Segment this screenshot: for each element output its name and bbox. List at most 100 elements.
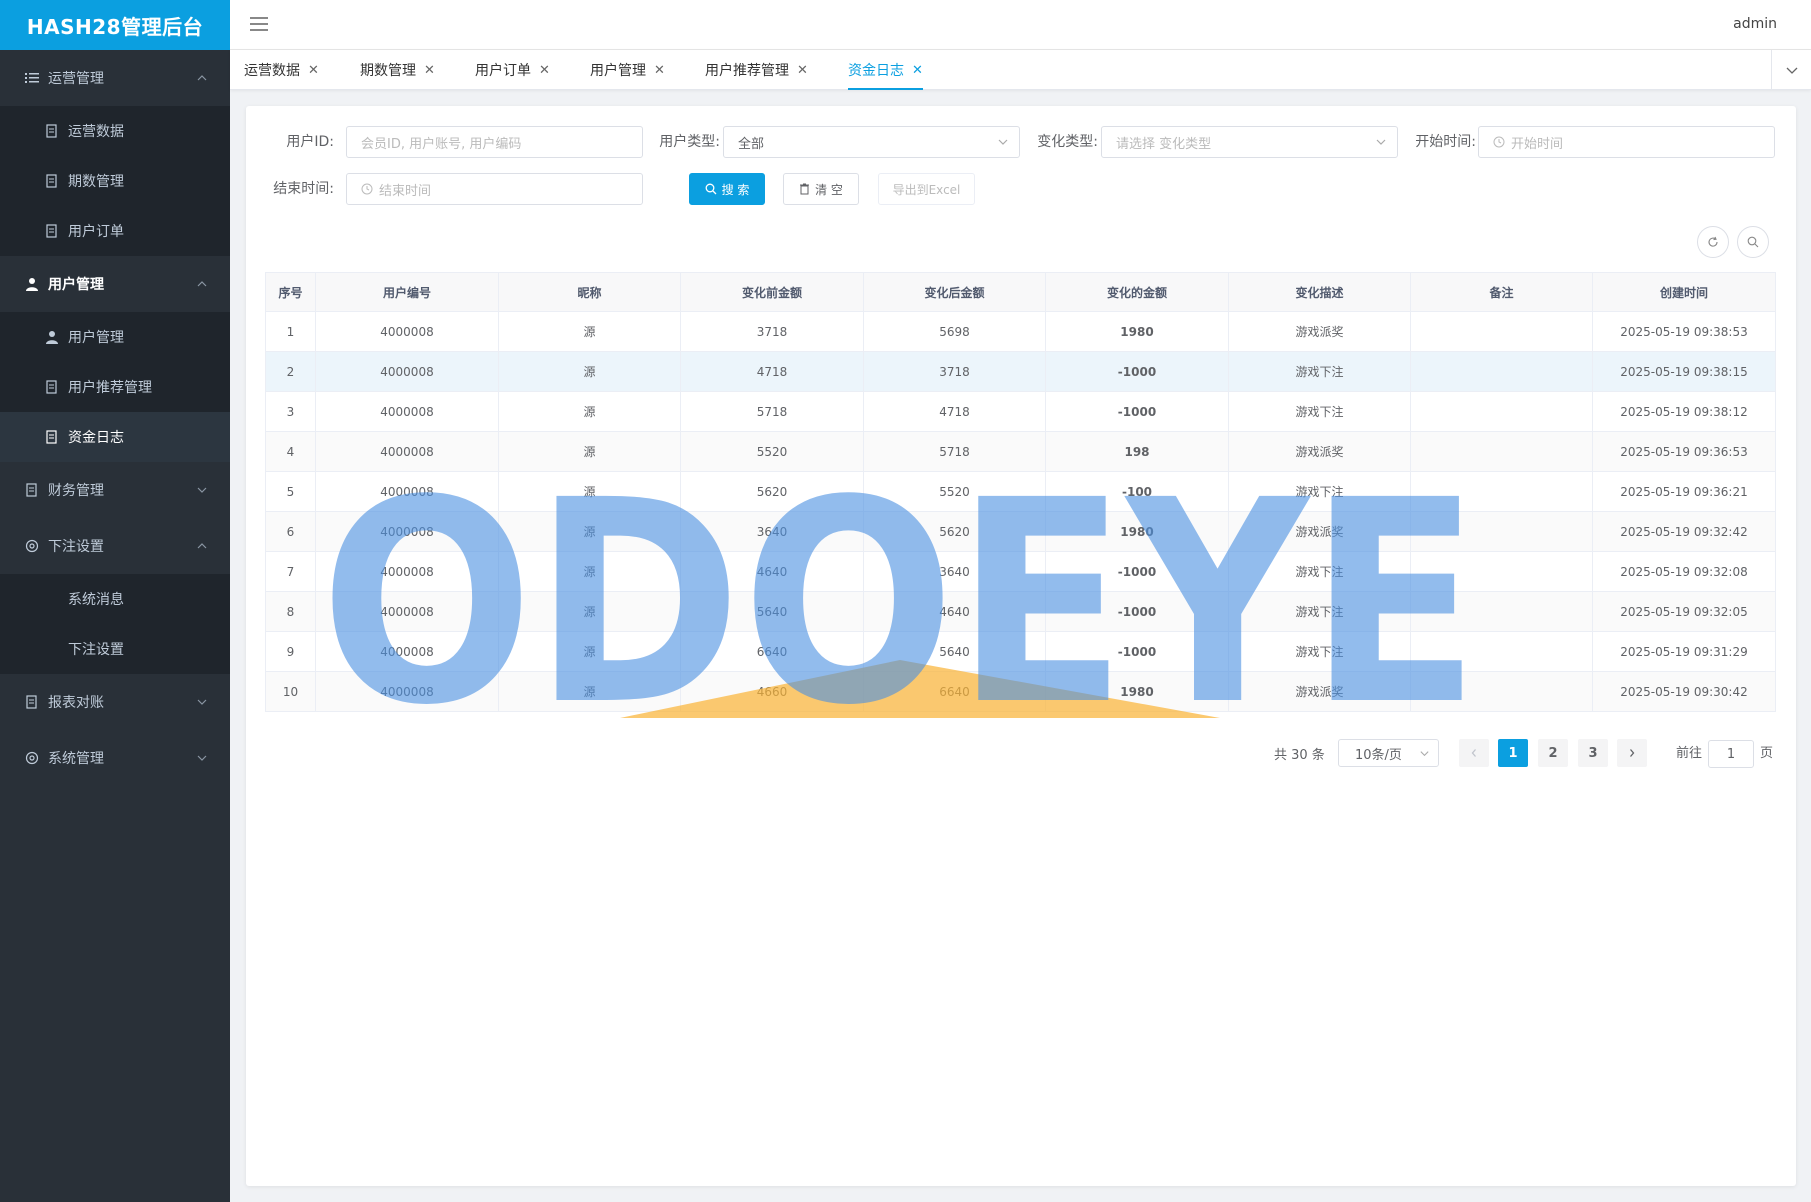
sidebar-item-ops-data[interactable]: 运营数据 (0, 106, 230, 156)
user-menu[interactable]: admin (1733, 16, 1777, 32)
tab-ops-data[interactable]: 运营数据 ✕ (244, 50, 319, 90)
tab-label: 用户推荐管理 (705, 63, 789, 79)
cell-desc: 游戏派奖 (1228, 311, 1411, 352)
export-excel-button[interactable]: 导出到Excel (878, 173, 975, 205)
close-icon[interactable]: ✕ (424, 63, 435, 78)
cell-note (1410, 311, 1593, 352)
page-button-1[interactable]: 1 (1498, 739, 1528, 767)
cell-before: 4640 (680, 551, 864, 592)
table-row[interactable]: 8 4000008 源 5640 4640 -1000 游戏下注 2025-05-19 09:… (265, 591, 1776, 632)
table-row[interactable]: 10 4000008 源 4660 6640 1980 游戏派奖 2025-05-19 09:… (265, 671, 1776, 712)
chevron-left-icon (1471, 749, 1476, 757)
chevron-up-icon (197, 281, 207, 287)
prev-page-button[interactable] (1459, 739, 1489, 767)
table-row[interactable]: 7 4000008 源 4640 3640 -1000 游戏下注 2025-05-19 09:… (265, 551, 1776, 592)
cell-time: 2025-05-19 09:38:15 (1592, 351, 1776, 392)
cell-after: 3718 (863, 351, 1046, 392)
cell-change: -100 (1045, 471, 1229, 512)
sidebar-item-fund-log[interactable]: 资金日志 (0, 412, 230, 462)
cell-note (1410, 511, 1593, 552)
chevron-up-icon (197, 75, 207, 81)
cell-user-no: 4000008 (315, 431, 499, 472)
cell-time: 2025-05-19 09:31:29 (1592, 631, 1776, 672)
cell-before: 4660 (680, 671, 864, 712)
menu-group-finance[interactable]: 财务管理 (0, 462, 230, 518)
hamburger-menu-icon[interactable] (250, 17, 268, 31)
document-icon (44, 379, 60, 395)
change-type-select[interactable]: 请选择 变化类型 (1101, 126, 1398, 158)
user-id-label: 用户ID: (286, 134, 334, 150)
page-button-2[interactable]: 2 (1538, 739, 1568, 767)
cell-nick: 源 (498, 471, 681, 512)
menu-group-system[interactable]: 系统管理 (0, 730, 230, 786)
sidebar-item-referral[interactable]: 用户推荐管理 (0, 362, 230, 412)
table-row[interactable]: 9 4000008 源 6640 5640 -1000 游戏下注 2025-05-19 09:… (265, 631, 1776, 672)
tab-fund-log[interactable]: 资金日志 ✕ (848, 50, 923, 90)
refresh-button[interactable] (1697, 226, 1729, 258)
document-icon (24, 482, 40, 498)
gear-icon (24, 538, 40, 554)
cell-before: 3718 (680, 311, 864, 352)
next-page-button[interactable] (1617, 739, 1647, 767)
sidebar-item-orders[interactable]: 用户订单 (0, 206, 230, 256)
cell-no: 6 (265, 511, 316, 552)
tab-user-manage[interactable]: 用户管理 ✕ (590, 50, 665, 90)
cell-time: 2025-05-19 09:32:05 (1592, 591, 1776, 632)
column-header: 序号 (265, 272, 316, 312)
sidebar-item-bet-settings[interactable]: 下注设置 (0, 624, 230, 674)
close-icon[interactable]: ✕ (912, 63, 923, 78)
tab-period[interactable]: 期数管理 ✕ (360, 50, 435, 90)
menu-group-label: 报表对账 (48, 695, 104, 711)
user-id-input[interactable]: 会员ID, 用户账号, 用户编码 (346, 126, 643, 158)
chevron-down-icon (998, 139, 1008, 145)
table-row[interactable]: 2 4000008 源 4718 3718 -1000 游戏下注 2025-05-19 09:… (265, 351, 1776, 392)
tab-label: 运营数据 (244, 63, 300, 79)
menu-group-operations[interactable]: 运营管理 (0, 50, 230, 106)
tab-referral[interactable]: 用户推荐管理 ✕ (705, 50, 808, 90)
sidebar-item-user-manage[interactable]: 用户管理 (0, 312, 230, 362)
table-row[interactable]: 5 4000008 源 5620 5520 -100 游戏下注 2025-05-19 09:3… (265, 471, 1776, 512)
cell-nick: 源 (498, 311, 681, 352)
change-type-label: 变化类型: (1037, 134, 1098, 150)
tabs-more-button[interactable] (1771, 50, 1811, 90)
cell-after: 5620 (863, 511, 1046, 552)
menu-group-users[interactable]: 用户管理 (0, 256, 230, 312)
end-time-input[interactable]: 结束时间 (346, 173, 643, 205)
page-size-select[interactable]: 10条/页 (1338, 739, 1439, 767)
close-icon[interactable]: ✕ (308, 63, 319, 78)
menu-group-bet-settings[interactable]: 下注设置 (0, 518, 230, 574)
sidebar-item-period[interactable]: 期数管理 (0, 156, 230, 206)
end-time-label: 结束时间: (273, 181, 334, 197)
table-row[interactable]: 3 4000008 源 5718 4718 -1000 游戏下注 2025-05-19 09:… (265, 391, 1776, 432)
cell-desc: 游戏派奖 (1228, 671, 1411, 712)
document-icon (44, 123, 60, 139)
user-type-label: 用户类型: (659, 134, 720, 150)
tab-orders[interactable]: 用户订单 ✕ (475, 50, 550, 90)
cell-no: 5 (265, 471, 316, 512)
toggle-search-button[interactable] (1737, 226, 1769, 258)
chevron-right-icon (1630, 749, 1635, 757)
submenu-bet-settings: 系统消息 下注设置 (0, 574, 230, 674)
cell-note (1410, 391, 1593, 432)
cell-time: 2025-05-19 09:32:42 (1592, 511, 1776, 552)
cell-before: 6640 (680, 631, 864, 672)
submenu-operations: 运营数据 期数管理 用户订单 (0, 106, 230, 256)
close-icon[interactable]: ✕ (797, 63, 808, 78)
cell-change: -1000 (1045, 351, 1229, 392)
sidebar-item-system-message[interactable]: 系统消息 (0, 574, 230, 624)
search-button[interactable]: 搜 索 (689, 173, 765, 205)
table-row[interactable]: 4 4000008 源 5520 5718 198 游戏派奖 2025-05-19 09:36… (265, 431, 1776, 472)
cell-user-no: 4000008 (315, 311, 499, 352)
menu-group-reports[interactable]: 报表对账 (0, 674, 230, 730)
goto-page-input[interactable]: 1 (1708, 740, 1754, 768)
menu-group-label: 用户管理 (48, 277, 104, 293)
clear-button[interactable]: 清 空 (783, 173, 859, 205)
cell-nick: 源 (498, 431, 681, 472)
table-row[interactable]: 1 4000008 源 3718 5698 1980 游戏派奖 2025-05-19 09:3… (265, 311, 1776, 352)
table-row[interactable]: 6 4000008 源 3640 5620 1980 游戏派奖 2025-05-19 09:3… (265, 511, 1776, 552)
close-icon[interactable]: ✕ (654, 63, 665, 78)
user-type-select[interactable]: 全部 (723, 126, 1020, 158)
close-icon[interactable]: ✕ (539, 63, 550, 78)
page-button-3[interactable]: 3 (1578, 739, 1608, 767)
start-time-input[interactable]: 开始时间 (1478, 126, 1775, 158)
